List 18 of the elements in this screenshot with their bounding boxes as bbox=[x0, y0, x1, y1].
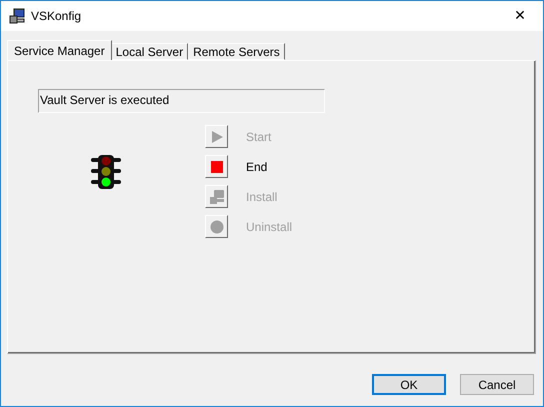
circle-icon bbox=[210, 220, 224, 234]
dialog-button[interactable]: OK bbox=[372, 374, 446, 395]
computer-icon bbox=[208, 188, 224, 204]
stop-icon bbox=[210, 160, 222, 172]
action-label: End bbox=[246, 160, 268, 174]
dialog-button[interactable]: Cancel bbox=[460, 374, 534, 395]
tab[interactable]: Local Server bbox=[110, 43, 188, 60]
tab[interactable]: Remote Servers bbox=[188, 43, 285, 60]
end-button[interactable] bbox=[205, 155, 228, 178]
play-icon bbox=[210, 130, 224, 144]
status-field: Vault Server is executed bbox=[38, 89, 325, 113]
close-button[interactable]: ✕ bbox=[497, 1, 543, 31]
computer-icon bbox=[9, 8, 25, 24]
action-label: Uninstall bbox=[246, 220, 292, 234]
action-label: Install bbox=[246, 190, 278, 204]
action-label: Start bbox=[246, 130, 272, 144]
tab[interactable]: Service Manager bbox=[7, 40, 112, 60]
window-title: VSKonfig bbox=[31, 9, 82, 23]
